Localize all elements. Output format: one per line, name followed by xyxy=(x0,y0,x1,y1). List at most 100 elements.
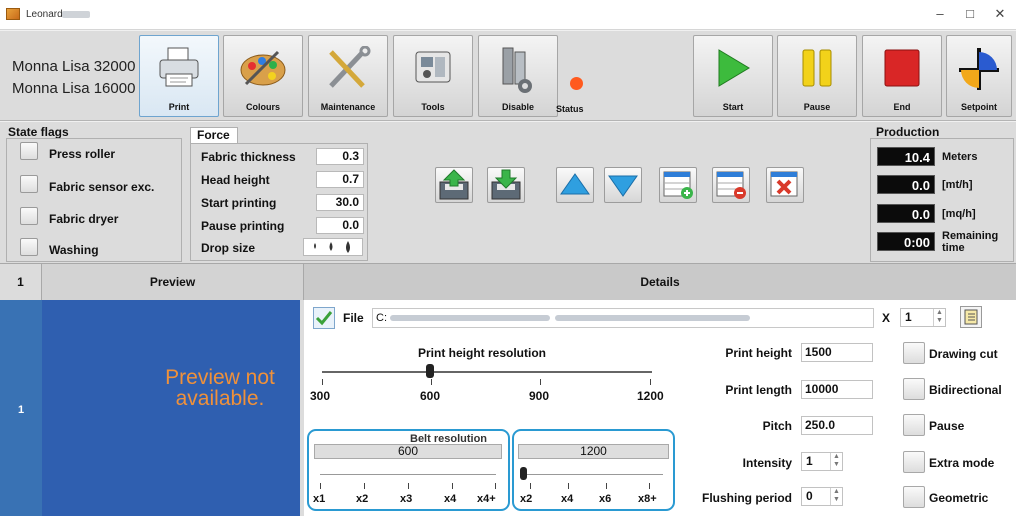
tools-button[interactable]: Tools xyxy=(393,35,473,117)
disk-download-icon xyxy=(491,169,521,200)
mt-per-hour-value: 0.0 xyxy=(877,175,935,194)
print-button[interactable]: Print xyxy=(139,35,219,117)
table-delete-icon xyxy=(770,171,798,197)
belt-tick-x3: x3 xyxy=(400,493,413,505)
intensity-spinner[interactable]: 1 ▲ ▼ xyxy=(801,452,843,471)
machine-name-2: Monna Lisa 16000 xyxy=(12,80,136,97)
print-height-slider-track[interactable] xyxy=(322,371,652,373)
maintenance-button[interactable]: Maintenance xyxy=(308,35,388,117)
spinner-arrows-icon[interactable]: ▲ ▼ xyxy=(830,488,842,505)
disable-gears-icon xyxy=(502,47,532,93)
bidirectional-toggle[interactable] xyxy=(903,378,925,400)
add-row-button[interactable] xyxy=(659,167,697,203)
upload-button[interactable] xyxy=(435,167,473,203)
fabric-thickness-field[interactable]: 0.3 xyxy=(316,148,364,165)
spinner-arrows-icon[interactable]: ▲ ▼ xyxy=(830,453,842,470)
colours-button[interactable]: Colours xyxy=(223,35,303,117)
arrow-down-icon xyxy=(608,175,638,197)
remaining-time-value: 0:00 xyxy=(877,232,935,251)
tick-label-900: 900 xyxy=(529,389,550,403)
bidirectional-label: Bidirectional xyxy=(929,383,1002,397)
copies-label: X xyxy=(882,311,891,325)
flushing-period-spinner[interactable]: 0 ▲ ▼ xyxy=(801,487,843,506)
pitch-label: Pitch xyxy=(762,419,792,433)
print-length-field[interactable]: 10000 xyxy=(801,380,873,399)
delete-table-button[interactable] xyxy=(766,167,804,203)
end-button-label: End xyxy=(893,102,911,112)
minimize-button[interactable]: – xyxy=(928,5,952,23)
list-icon xyxy=(964,309,978,325)
fabric-dryer-label: Fabric dryer xyxy=(49,212,119,226)
file-path-text: C: xyxy=(376,312,387,324)
print-button-label: Print xyxy=(168,102,190,112)
press-roller-label: Press roller xyxy=(49,147,116,161)
fabric-thickness-label: Fabric thickness xyxy=(201,150,296,164)
app-icon xyxy=(6,8,20,20)
secondary-slider-track[interactable] xyxy=(523,474,663,475)
secondary-slider-thumb[interactable] xyxy=(520,467,527,480)
close-button[interactable]: ✕ xyxy=(988,5,1012,23)
fabric-sensor-toggle[interactable] xyxy=(20,175,38,193)
belt-slider-track[interactable] xyxy=(320,474,496,475)
status-indicator-icon xyxy=(570,77,583,90)
extra-mode-toggle[interactable] xyxy=(903,451,925,473)
row-number[interactable]: 1 xyxy=(0,300,42,516)
tick xyxy=(364,483,365,489)
washing-label: Washing xyxy=(49,243,99,257)
drop-size-selector[interactable] xyxy=(303,238,363,256)
tick xyxy=(650,379,651,385)
start-printing-label: Start printing xyxy=(201,196,277,210)
print-height-field[interactable]: 1500 xyxy=(801,343,873,362)
setpoint-button[interactable]: Setpoint xyxy=(946,35,1012,117)
pause-printing-field[interactable]: 0.0 xyxy=(316,217,364,234)
belt-resolution-title: Belt resolution xyxy=(410,434,488,444)
spinner-arrows-icon[interactable]: ▲ ▼ xyxy=(933,309,945,326)
press-roller-toggle[interactable] xyxy=(20,142,38,160)
force-title: Force xyxy=(197,128,230,142)
secondary-resolution-value: 1200 xyxy=(518,444,669,459)
start-button[interactable]: Start xyxy=(693,35,773,117)
stop-icon xyxy=(884,49,920,87)
geometric-toggle[interactable] xyxy=(903,486,925,508)
pause-button[interactable]: Pause xyxy=(777,35,857,117)
mq-per-hour-label: [mq/h] xyxy=(942,208,976,220)
pause-toggle[interactable] xyxy=(903,414,925,436)
production-title: Production xyxy=(876,125,940,139)
fabric-sensor-label: Fabric sensor exc. xyxy=(49,180,155,194)
flushing-period-label: Flushing period xyxy=(702,491,792,505)
setpoint-crosshair-icon xyxy=(959,48,999,90)
file-checkbox[interactable] xyxy=(313,307,335,329)
drop-size-label: Drop size xyxy=(201,241,256,255)
file-label: File xyxy=(343,311,364,325)
colours-button-label: Colours xyxy=(245,102,280,112)
meters-value: 10.4 xyxy=(877,147,935,166)
belt-tick-x2: x2 xyxy=(356,493,369,505)
pitch-field[interactable]: 250.0 xyxy=(801,416,873,435)
mt-per-hour-label: [mt/h] xyxy=(942,179,973,191)
move-down-button[interactable] xyxy=(604,167,642,203)
disk-upload-icon xyxy=(439,169,469,200)
move-up-button[interactable] xyxy=(556,167,594,203)
maximize-button[interactable]: □ xyxy=(958,5,982,23)
file-path-redacted-1 xyxy=(390,315,550,321)
flushing-period-value: 0 xyxy=(806,489,813,503)
play-icon xyxy=(718,49,750,87)
fabric-dryer-toggle[interactable] xyxy=(20,207,38,225)
file-list-button[interactable] xyxy=(960,306,982,328)
download-button[interactable] xyxy=(487,167,525,203)
tick xyxy=(408,483,409,489)
details-header[interactable]: Details xyxy=(304,264,1016,300)
remove-row-button[interactable] xyxy=(712,167,750,203)
preview-header[interactable]: Preview xyxy=(42,264,304,300)
print-height-slider-thumb[interactable] xyxy=(426,364,434,378)
tick xyxy=(431,379,432,385)
head-height-field[interactable]: 0.7 xyxy=(316,171,364,188)
drawing-cut-toggle[interactable] xyxy=(903,342,925,364)
washing-toggle[interactable] xyxy=(20,238,38,256)
disable-button[interactable]: Disable xyxy=(478,35,558,117)
copies-spinner[interactable]: 1 ▲ ▼ xyxy=(900,308,946,327)
disable-button-label: Disable xyxy=(501,102,534,112)
end-button[interactable]: End xyxy=(862,35,942,117)
start-printing-field[interactable]: 30.0 xyxy=(316,194,364,211)
window-title-redacted xyxy=(62,11,90,18)
